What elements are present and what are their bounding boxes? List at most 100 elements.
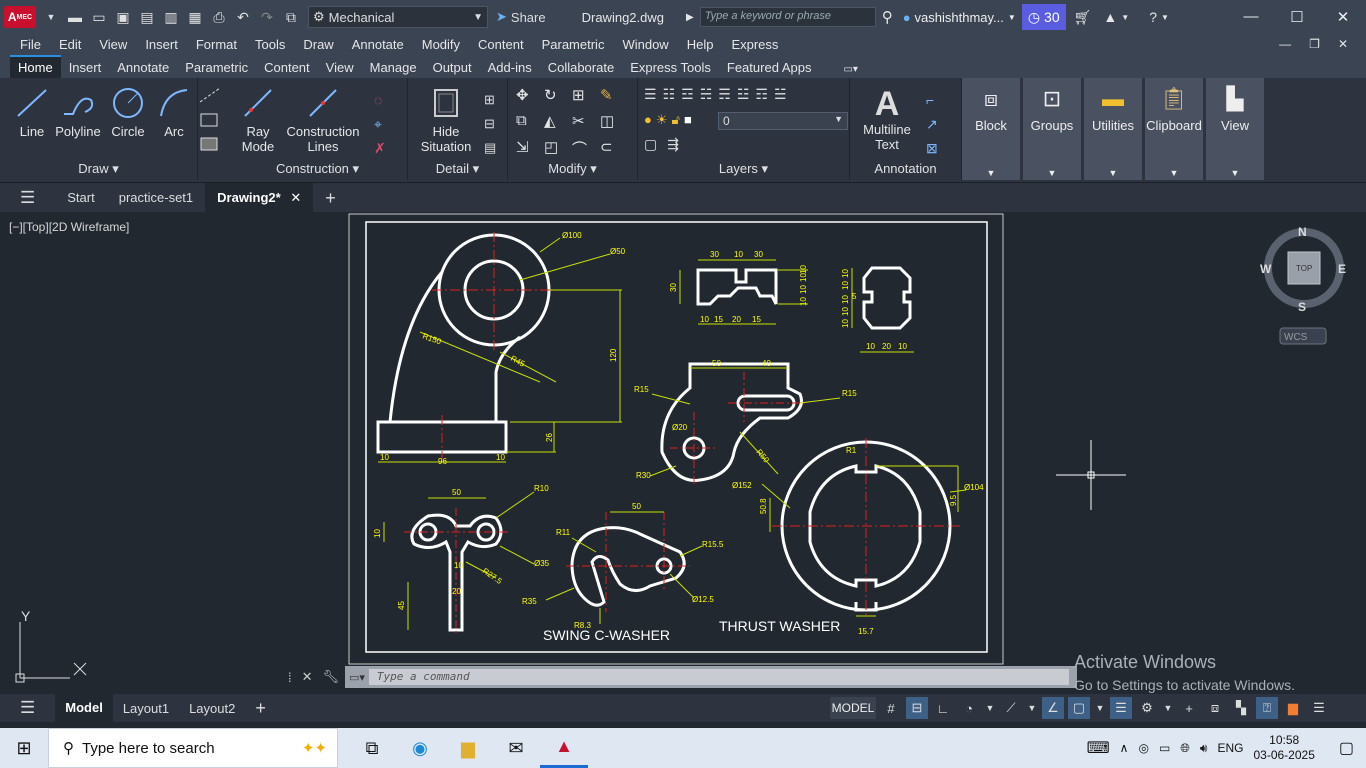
search-icon[interactable]: ⚲ [882, 8, 893, 26]
menu-content[interactable]: Content [469, 37, 533, 52]
save-as-icon[interactable]: ▤ [136, 6, 158, 28]
customize-icon[interactable]: 🔧︎ [323, 669, 340, 685]
block-button[interactable]: ⧈ Block ▼ [962, 78, 1020, 180]
battery-icon[interactable]: ▭ [1159, 741, 1170, 755]
chevron-down-icon[interactable]: ▼ [984, 697, 996, 719]
ribbon-options-icon[interactable]: ▭▾ [835, 61, 865, 78]
hardware-acceleration-icon[interactable]: ▚ [1230, 697, 1252, 719]
match-layer-icon[interactable]: ⇶ [667, 136, 679, 153]
layout-tab-layout1[interactable]: Layout1 [113, 701, 179, 716]
lineweight-icon[interactable]: ☰ [1110, 697, 1132, 719]
minimize-icon[interactable]: — [1228, 8, 1274, 26]
menu-insert[interactable]: Insert [136, 37, 187, 52]
file-tab-drawing2[interactable]: Drawing2* ✕ [205, 182, 314, 213]
construction-panel-title[interactable]: Construction ▾ [228, 160, 407, 178]
layer-match-icon[interactable]: ☶ [755, 86, 768, 103]
tab-collaborate[interactable]: Collaborate [540, 57, 623, 78]
tab-output[interactable]: Output [425, 57, 480, 78]
layer-iso-icon[interactable]: ☵ [700, 86, 713, 103]
rectangle-icon[interactable] [198, 110, 224, 130]
taskbar-search[interactable]: ⚲ Type here to search ✦✦ [48, 728, 338, 768]
layer-off-icon[interactable]: ☲ [681, 86, 694, 103]
menu-tools[interactable]: Tools [246, 37, 294, 52]
new-file-icon[interactable]: ▬ [64, 6, 86, 28]
annotation-monitor-icon[interactable]: ⧈ [1204, 697, 1226, 719]
leader-icon[interactable]: ↗ [926, 112, 938, 136]
circle-construction-icon[interactable]: ◌ [374, 88, 386, 112]
user-account[interactable]: ● vashishthmay... ▼ [903, 10, 1016, 25]
menu-help[interactable]: Help [678, 37, 723, 52]
close-icon[interactable]: ✕ [1320, 8, 1366, 26]
polyline-button[interactable]: Polyline [54, 86, 102, 139]
customization-icon[interactable]: ☰ [1308, 697, 1330, 719]
modify-panel-title[interactable]: Modify ▾ [508, 160, 637, 178]
hide-situation-button[interactable]: Hide Situation [414, 86, 478, 154]
app-menu-chevron-icon[interactable]: ▼ [40, 6, 62, 28]
redo-icon[interactable]: ↷ [256, 6, 278, 28]
clock[interactable]: 10:58 03-06-2025 [1253, 733, 1314, 763]
menu-format[interactable]: Format [187, 37, 246, 52]
doc-close-icon[interactable]: ✕ [1338, 37, 1348, 51]
layer-freeze-icon[interactable]: ☴ [718, 86, 731, 103]
menu-modify[interactable]: Modify [413, 37, 469, 52]
language-label[interactable]: ENG [1217, 741, 1243, 755]
bulb-icon[interactable]: ● [644, 112, 652, 128]
detail-tool-2-icon[interactable]: ⊟ [484, 112, 496, 136]
command-input[interactable]: Type a command [368, 669, 1069, 685]
array-icon[interactable]: ⊞ [572, 86, 600, 112]
cart-icon[interactable]: 🛒︎ [1074, 9, 1092, 26]
ray-mode-button[interactable]: Ray Mode [238, 86, 278, 154]
file-tab-start[interactable]: Start [55, 183, 106, 213]
tab-annotate[interactable]: Annotate [109, 57, 177, 78]
groups-button[interactable]: ⊡ Groups ▼ [1023, 78, 1081, 180]
tab-home[interactable]: Home [10, 55, 61, 78]
trial-badge[interactable]: ◷ 30 [1021, 4, 1066, 30]
close-tab-icon[interactable]: ✕ [290, 190, 301, 205]
isodraft-icon[interactable]: ⟋ [1000, 697, 1022, 719]
menu-parametric[interactable]: Parametric [533, 37, 614, 52]
grip-icon[interactable]: ⁞ [288, 670, 292, 685]
model-space-toggle[interactable]: MODEL [830, 697, 876, 719]
layer-dropdown[interactable]: 0 ▼ [718, 112, 848, 130]
workspace-selector[interactable]: ⚙ Mechanical ▼ [308, 6, 488, 28]
print-icon[interactable]: ⎙ [208, 6, 230, 28]
construction-line-icon[interactable] [198, 86, 224, 106]
help-icon[interactable]: ? [1149, 9, 1157, 25]
detail-panel-title[interactable]: Detail ▾ [408, 160, 507, 178]
brush-icon[interactable]: ✎ [600, 86, 628, 112]
undo-icon[interactable]: ↶ [232, 6, 254, 28]
menu-edit[interactable]: Edit [50, 37, 90, 52]
doc-restore-icon[interactable]: ❐ [1309, 37, 1320, 51]
command-prompt-icon[interactable]: ▭▾ [349, 671, 365, 684]
isolate-icon[interactable]: ▆ [1282, 697, 1304, 719]
layer-state-icon[interactable]: ☷ [663, 86, 676, 103]
detail-tool-1-icon[interactable]: ⊞ [484, 88, 496, 112]
annotation-panel-title[interactable]: Annotation [850, 160, 961, 178]
match-properties-icon[interactable]: ⧉ [280, 6, 302, 28]
chevron-down-icon[interactable]: ▼ [1121, 13, 1129, 22]
multiline-text-button[interactable]: A Multiline Text [856, 86, 918, 152]
tab-featured-apps[interactable]: Featured Apps [719, 57, 820, 78]
app-logo[interactable]: A MEC [4, 6, 36, 28]
save-icon[interactable]: ▣ [112, 6, 134, 28]
tab-insert[interactable]: Insert [61, 57, 110, 78]
object-snap-icon[interactable]: ▢ [1068, 697, 1090, 719]
layer-lock-icon[interactable]: ☳ [737, 86, 750, 103]
mail-icon[interactable]: ✉ [492, 728, 540, 768]
task-view-icon[interactable]: ⧉ [348, 728, 396, 768]
autocad-taskbar-icon[interactable]: ▲ [540, 728, 588, 768]
chevron-down-icon[interactable]: ▼ [1026, 697, 1038, 719]
dimension-icon[interactable]: ⌐ [926, 88, 938, 112]
network-icon[interactable]: 🌐︎ [1180, 741, 1190, 756]
tab-view[interactable]: View [318, 57, 362, 78]
clean-screen-icon[interactable]: ⍰ [1256, 697, 1278, 719]
expand-arrow-icon[interactable]: ▶ [686, 12, 694, 23]
file-explorer-icon[interactable]: ▆ [444, 728, 492, 768]
menu-view[interactable]: View [90, 37, 136, 52]
copy-icon[interactable]: ⧉ [516, 112, 544, 138]
maximize-icon[interactable]: ☐ [1274, 8, 1320, 26]
search-input[interactable]: Type a keyword or phrase [699, 7, 876, 27]
delete-construction-icon[interactable]: ✗ [374, 136, 386, 160]
close-command-icon[interactable]: ✕ [302, 669, 313, 685]
object-snap-tracking-icon[interactable]: ∠ [1042, 697, 1064, 719]
